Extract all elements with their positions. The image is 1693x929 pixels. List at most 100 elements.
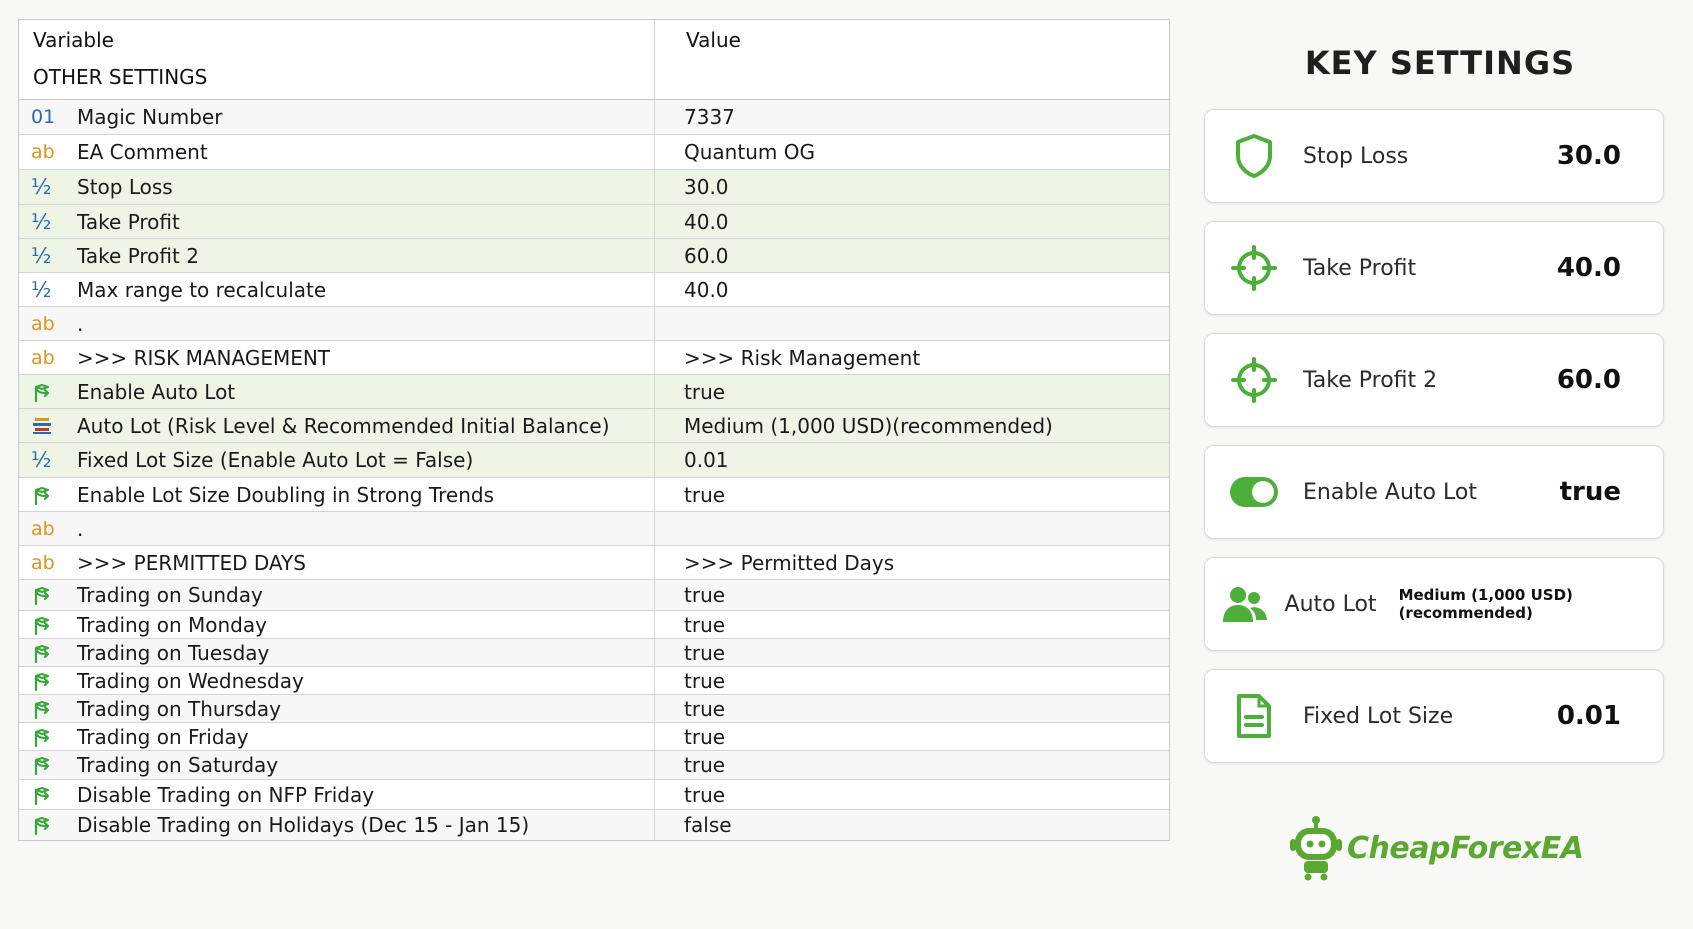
table-row[interactable]: ab >>> PERMITTED DAYS >>> Permitted Days bbox=[19, 546, 1169, 580]
variable-value[interactable]: true bbox=[655, 583, 1169, 607]
card-value: 40.0 bbox=[1556, 253, 1621, 283]
variable-value[interactable]: 40.0 bbox=[655, 210, 1169, 234]
table-row[interactable]: ½ Stop Loss 30.0 bbox=[19, 170, 1169, 205]
variable-value[interactable]: 7337 bbox=[655, 105, 1169, 129]
enum-list-icon bbox=[19, 416, 69, 436]
variable-value[interactable]: Medium (1,000 USD)(recommended) bbox=[655, 414, 1169, 438]
string-type-icon: ab bbox=[31, 551, 55, 574]
card-label: Take Profit bbox=[1303, 255, 1417, 281]
table-row[interactable]: Disable Trading on NFP Friday true bbox=[19, 780, 1169, 810]
variable-value[interactable]: true bbox=[655, 725, 1169, 749]
variable-value[interactable]: 40.0 bbox=[655, 278, 1169, 302]
variable-value[interactable]: true bbox=[655, 753, 1169, 777]
table-row[interactable]: Enable Lot Size Doubling in Strong Trend… bbox=[19, 478, 1169, 512]
table-row[interactable]: Trading on Thursday true bbox=[19, 695, 1169, 723]
double-type-icon: ½ bbox=[31, 209, 52, 234]
table-row[interactable]: Disable Trading on Holidays (Dec 15 - Ja… bbox=[19, 810, 1169, 840]
card-enable-auto-lot[interactable]: Enable Auto Lot true bbox=[1204, 445, 1664, 539]
variable-name: Stop Loss bbox=[77, 175, 173, 199]
card-take-profit[interactable]: Take Profit 40.0 bbox=[1204, 221, 1664, 315]
table-row[interactable]: ab. bbox=[19, 307, 1169, 341]
variable-value[interactable]: 30.0 bbox=[655, 175, 1169, 199]
settings-table: Variable OTHER SETTINGS Value 01 Magic Nu… bbox=[18, 19, 1170, 841]
variable-value[interactable]: true bbox=[655, 697, 1169, 721]
bool-arrow-icon bbox=[19, 670, 69, 692]
table-row[interactable]: ab EA Comment Quantum OG bbox=[19, 135, 1169, 170]
variable-value[interactable]: true bbox=[655, 669, 1169, 693]
table-row[interactable]: ½ Take Profit 2 60.0 bbox=[19, 239, 1169, 273]
variable-value[interactable]: Quantum OG bbox=[655, 140, 1169, 164]
string-type-icon: ab bbox=[31, 346, 55, 369]
table-row[interactable]: ½ Take Profit 40.0 bbox=[19, 205, 1169, 239]
table-row[interactable]: Trading on Saturday true bbox=[19, 751, 1169, 780]
variable-name: Enable Auto Lot bbox=[77, 379, 236, 404]
variable-name: Enable Lot Size Doubling in Strong Trend… bbox=[77, 482, 495, 507]
double-type-icon: ½ bbox=[31, 243, 52, 268]
table-row[interactable]: ½ Fixed Lot Size (Enable Auto Lot = False… bbox=[19, 443, 1169, 478]
crosshair-icon bbox=[1205, 244, 1303, 292]
toggle-icon[interactable] bbox=[1205, 476, 1303, 508]
table-row[interactable]: Trading on Friday true bbox=[19, 723, 1169, 751]
section-title: OTHER SETTINGS bbox=[33, 65, 208, 89]
variable-name: EA Comment bbox=[77, 140, 208, 164]
variable-value[interactable]: true bbox=[655, 483, 1169, 507]
table-row[interactable]: Trading on Monday true bbox=[19, 611, 1169, 639]
card-label: Take Profit 2 bbox=[1303, 367, 1438, 393]
variable-value[interactable]: >>> Permitted Days bbox=[655, 551, 1169, 575]
variable-value[interactable]: true bbox=[655, 613, 1169, 637]
variable-value[interactable]: true bbox=[655, 783, 1169, 807]
table-row[interactable]: Auto Lot (Risk Level & Recommended Initi… bbox=[19, 409, 1169, 443]
bool-arrow-icon bbox=[19, 814, 69, 836]
variable-name: >>> RISK MANAGEMENT bbox=[77, 345, 331, 370]
users-icon bbox=[1205, 584, 1285, 624]
variable-name: Trading on Tuesday bbox=[77, 640, 270, 665]
bool-arrow-icon bbox=[19, 614, 69, 636]
value-column-header: Value bbox=[686, 28, 741, 52]
card-take-profit-2[interactable]: Take Profit 2 60.0 bbox=[1204, 333, 1664, 427]
variable-value[interactable]: >>> Risk Management bbox=[655, 346, 1169, 370]
card-auto-lot[interactable]: Auto Lot Medium (1,000 USD)(recommended) bbox=[1204, 557, 1664, 651]
variable-value[interactable]: true bbox=[655, 380, 1169, 404]
bool-arrow-icon bbox=[19, 584, 69, 606]
bool-arrow-icon bbox=[19, 698, 69, 720]
table-row[interactable]: Trading on Wednesday true bbox=[19, 667, 1169, 695]
string-type-icon: ab bbox=[31, 517, 55, 540]
shield-icon bbox=[1205, 132, 1303, 180]
variable-name: Trading on Saturday bbox=[77, 753, 279, 777]
table-row[interactable]: ab. bbox=[19, 512, 1169, 546]
variable-name: . bbox=[77, 311, 84, 336]
variable-name: Disable Trading on Holidays (Dec 15 - Ja… bbox=[77, 813, 530, 837]
variable-name: Fixed Lot Size (Enable Auto Lot = False) bbox=[77, 448, 474, 472]
table-row[interactable]: ½ Max range to recalculate 40.0 bbox=[19, 273, 1169, 307]
table-row[interactable]: Enable Auto Lot true bbox=[19, 375, 1169, 409]
card-value: true bbox=[1559, 477, 1621, 507]
brand-name: CheapForexEA bbox=[1347, 830, 1584, 866]
variable-name: Trading on Monday bbox=[77, 612, 267, 637]
variable-name: Max range to recalculate bbox=[77, 277, 327, 302]
table-row[interactable]: Trading on Tuesday true bbox=[19, 639, 1169, 667]
double-type-icon: ½ bbox=[31, 175, 52, 199]
brand-logo: CheapForexEA bbox=[1289, 815, 1584, 881]
variable-value[interactable]: 0.01 bbox=[655, 448, 1169, 472]
card-stop-loss[interactable]: Stop Loss 30.0 bbox=[1204, 109, 1664, 203]
variable-name: Trading on Thursday bbox=[77, 696, 282, 721]
card-label: Fixed Lot Size bbox=[1303, 703, 1454, 729]
variable-name: . bbox=[77, 516, 84, 541]
table-row[interactable]: 01 Magic Number 7337 bbox=[19, 100, 1169, 135]
string-type-icon: ab bbox=[31, 141, 55, 163]
document-icon bbox=[1205, 692, 1303, 740]
bool-arrow-icon bbox=[19, 784, 69, 806]
table-row[interactable]: Trading on Sunday true bbox=[19, 580, 1169, 611]
double-type-icon: ½ bbox=[31, 277, 52, 302]
card-value: 30.0 bbox=[1556, 141, 1621, 171]
card-fixed-lot-size[interactable]: Fixed Lot Size 0.01 bbox=[1204, 669, 1664, 763]
card-label: Enable Auto Lot bbox=[1303, 479, 1477, 505]
bool-arrow-icon bbox=[19, 484, 69, 506]
variable-name: Trading on Friday bbox=[77, 724, 249, 749]
table-row[interactable]: ab >>> RISK MANAGEMENT >>> Risk Management bbox=[19, 341, 1169, 375]
key-settings-title: KEY SETTINGS bbox=[1304, 44, 1576, 82]
variable-name: Magic Number bbox=[77, 105, 223, 129]
variable-value[interactable]: 60.0 bbox=[655, 244, 1169, 268]
variable-value[interactable]: false bbox=[655, 813, 1169, 837]
variable-value[interactable]: true bbox=[655, 641, 1169, 665]
